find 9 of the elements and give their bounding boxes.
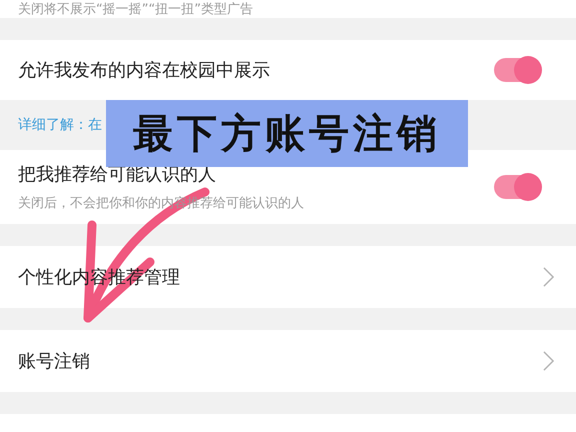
- annotation-banner: 最下方账号注销: [106, 100, 468, 167]
- toggle-switch[interactable]: [494, 58, 540, 82]
- setting-caption: 关闭将不展示“摇一摇”“扭一扭”类型广告: [18, 2, 253, 18]
- toggle-switch[interactable]: [494, 175, 540, 199]
- setting-title: 允许我发布的内容在校园中展示: [18, 59, 270, 82]
- chevron-right-icon: [543, 267, 554, 287]
- setting-title: 账号注销: [18, 350, 90, 373]
- chevron-right-icon: [543, 351, 554, 371]
- setting-row[interactable]: 账号注销: [0, 330, 576, 392]
